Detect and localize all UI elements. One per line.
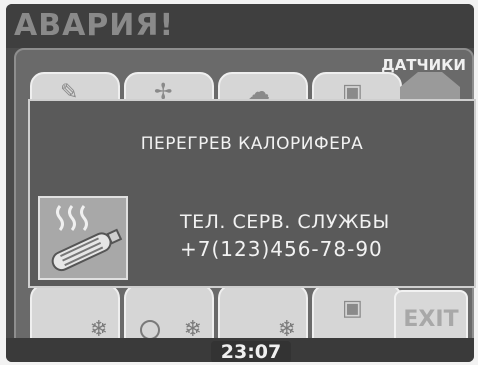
alarm-message: ПЕРЕГРЕВ КАЛОРИФЕРА [140,134,364,154]
heater-overheat-icon [38,196,128,280]
unit-icon: ▣ [342,296,363,321]
title-bar: АВАРИЯ! [6,4,474,48]
gauge-icon [140,320,160,340]
service-label: ТЕЛ. СЕРВ. СЛУЖБЫ [180,211,390,233]
tab-sensors[interactable]: ДАТЧИКИ [381,56,466,74]
service-phone: +7(123)456-78-90 [180,237,383,261]
alarm-title: АВАРИЯ! [14,8,175,43]
clock: 23:07 [211,341,291,362]
alarm-dialog: ПЕРЕГРЕВ КАЛОРИФЕРА ТЕЛ. СЕРВ. СЛУЖБЫ +7… [28,99,476,288]
